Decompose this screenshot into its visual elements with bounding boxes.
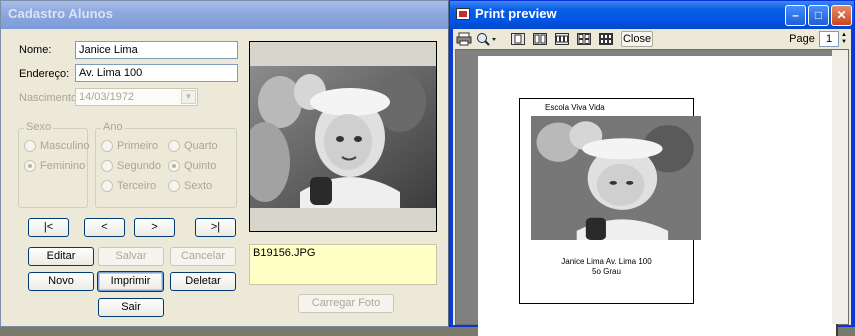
last-record-button[interactable]: >| <box>195 218 236 237</box>
minimize-icon[interactable]: – <box>785 5 806 26</box>
print-preview-window: Print preview – □ ✕ Close Page 1 ▲ ▼ Esc… <box>449 0 855 336</box>
novo-button[interactable]: Novo <box>28 272 94 291</box>
zoom-icon[interactable] <box>475 31 499 47</box>
editar-button[interactable]: Editar <box>28 247 94 266</box>
radio-quarto-label: Quarto <box>184 140 218 152</box>
radio-selected-icon <box>168 160 180 172</box>
radio-circle-icon <box>101 180 113 192</box>
print-preview-toolbar: Close Page 1 ▲ ▼ <box>453 29 851 49</box>
sair-button[interactable]: Sair <box>98 298 164 317</box>
first-record-button[interactable]: |< <box>28 218 69 237</box>
radio-primeiro-label: Primeiro <box>117 140 158 152</box>
close-icon[interactable]: ✕ <box>831 5 852 26</box>
cancelar-button[interactable]: Cancelar <box>170 247 236 266</box>
ano-group-title: Ano <box>101 121 125 133</box>
close-preview-button[interactable]: Close <box>621 31 653 47</box>
prev-record-button[interactable]: < <box>84 218 125 237</box>
photo-filename-memo[interactable]: B19156.JPG <box>249 244 437 285</box>
report-photo <box>531 116 701 240</box>
salvar-button[interactable]: Salvar <box>98 247 164 266</box>
photo-filename: B19156.JPG <box>253 247 316 259</box>
report-border: Escola Viva Vida Janice Lima Av. Lima 10… <box>519 98 701 304</box>
carregar-foto-button[interactable]: Carregar Foto <box>298 294 394 313</box>
four-pages-icon[interactable] <box>576 31 592 47</box>
print-preview-body: Close Page 1 ▲ ▼ Escola Viva Vida Janice… <box>453 29 851 336</box>
one-page-icon[interactable] <box>510 31 526 47</box>
maximize-icon[interactable]: □ <box>808 5 829 26</box>
student-photo <box>240 66 436 208</box>
nome-input[interactable]: Janice Lima <box>75 41 238 59</box>
report-line-2: 5o Grau <box>592 267 621 276</box>
radio-primeiro[interactable]: Primeiro <box>101 140 158 152</box>
radio-selected-icon <box>24 160 36 172</box>
nascimento-date-picker[interactable]: 14/03/1972 ▼ <box>75 88 198 106</box>
printer-icon[interactable] <box>456 31 472 47</box>
radio-segundo-label: Segundo <box>117 160 162 172</box>
six-pages-icon[interactable] <box>598 31 614 47</box>
radio-terceiro[interactable]: Terceiro <box>101 180 156 192</box>
endereco-label: Endereço: <box>19 68 70 80</box>
radio-circle-icon <box>168 180 180 192</box>
print-preview-title: Print preview <box>475 6 557 21</box>
radio-terceiro-label: Terceiro <box>117 180 157 192</box>
form-title: Cadastro Alunos <box>8 6 114 21</box>
radio-quinto[interactable]: Quinto <box>168 160 216 172</box>
next-record-button[interactable]: > <box>134 218 175 237</box>
radio-sexto[interactable]: Sexto <box>168 180 212 192</box>
radio-circle-icon <box>168 140 180 152</box>
vertical-scrollbar[interactable] <box>832 50 848 324</box>
chevron-down-icon[interactable]: ▼ <box>181 90 196 104</box>
report-line-1: Janice Lima Av. Lima 100 <box>561 257 652 266</box>
page-label: Page <box>789 33 815 45</box>
sexo-group: Sexo Masculino Feminino <box>18 121 90 208</box>
nascimento-label: Nascimento: <box>19 92 81 104</box>
nascimento-value: 14/03/1972 <box>79 91 135 103</box>
radio-circle-icon <box>101 160 113 172</box>
student-form-window: Cadastro Alunos Nome: Janice Lima Endere… <box>0 0 449 327</box>
radio-masculino[interactable]: Masculino <box>24 140 90 152</box>
radio-feminino-label: Feminino <box>40 160 86 172</box>
page-spinner-icon[interactable]: ▲ ▼ <box>839 31 849 47</box>
sexo-group-title: Sexo <box>24 121 54 133</box>
three-pages-icon[interactable] <box>554 31 570 47</box>
ano-group: Ano Primeiro Segundo Terceiro Quarto Qui… <box>95 121 237 208</box>
imprimir-button[interactable]: Imprimir <box>97 271 164 292</box>
nome-label: Nome: <box>19 44 52 56</box>
deletar-button[interactable]: Deletar <box>170 272 236 291</box>
radio-quinto-label: Quinto <box>184 160 217 172</box>
radio-circle-icon <box>101 140 113 152</box>
print-preview-title-bar[interactable]: Print preview – □ ✕ <box>450 1 854 29</box>
page-number-input[interactable]: 1 <box>819 31 839 47</box>
radio-circle-icon <box>24 140 36 152</box>
radio-masculino-label: Masculino <box>40 140 90 152</box>
student-photo-frame <box>240 41 437 232</box>
radio-quarto[interactable]: Quarto <box>168 140 218 152</box>
preview-page: Escola Viva Vida Janice Lima Av. Lima 10… <box>478 56 836 336</box>
endereco-input[interactable]: Av. Lima 100 <box>75 64 238 82</box>
radio-feminino[interactable]: Feminino <box>24 160 85 172</box>
report-header: Escola Viva Vida <box>545 103 605 112</box>
radio-sexto-label: Sexto <box>184 180 213 192</box>
two-pages-icon[interactable] <box>532 31 548 47</box>
radio-segundo[interactable]: Segundo <box>101 160 161 172</box>
preview-canvas: Escola Viva Vida Janice Lima Av. Lima 10… <box>455 49 849 336</box>
app-icon <box>456 8 470 20</box>
form-title-bar[interactable]: Cadastro Alunos <box>1 1 448 29</box>
